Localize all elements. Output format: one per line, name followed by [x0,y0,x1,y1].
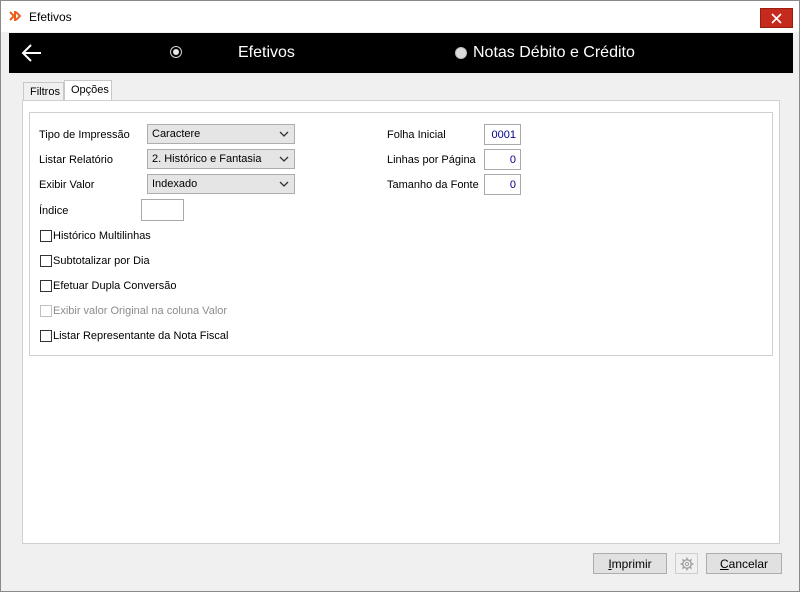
title-bar: Efetivos [1,1,799,32]
settings-button[interactable] [675,553,698,574]
cancel-button[interactable]: Cancelar [706,553,782,574]
checkbox-efetuar-dupla-conversao[interactable] [40,280,52,292]
close-icon [771,13,782,24]
checkbox-historico-multilinhas[interactable] [40,230,52,242]
label-tamanho-fonte: Tamanho da Fonte [387,179,479,191]
tab-content-opcoes: Tipo de Impressão Caractere Listar Relat… [22,100,780,544]
tab-filtros[interactable]: Filtros [23,82,64,100]
select-tipo-impressao[interactable]: Caractere [147,124,295,144]
checkbox-label-listar-representante[interactable]: Listar Representante da Nota Fiscal [53,330,228,342]
radio-notas-debito-credito[interactable] [455,47,467,59]
checkbox-label-exibir-valor-original: Exibir valor Original na coluna Valor [53,305,228,317]
label-folha-inicial: Folha Inicial [387,129,446,141]
options-group: Tipo de Impressão Caractere Listar Relat… [29,112,773,356]
select-listar-relatorio-value: 2. Histórico e Fantasia [152,153,262,165]
back-arrow-icon[interactable] [21,43,43,63]
gear-icon [680,557,694,571]
label-indice: Índice [39,205,69,217]
linhas-por-pagina-input[interactable]: 0 [484,149,521,170]
label-exibir-valor: Exibir Valor [39,179,95,191]
select-listar-relatorio[interactable]: 2. Histórico e Fantasia [147,149,295,169]
mode-label-notas-debito-credito[interactable]: Notas Débito e Crédito [473,44,635,62]
label-linhas-por-pagina: Linhas por Página [387,154,476,166]
window-title: Efetivos [29,10,72,24]
folha-inicial-input[interactable]: 0001 [484,124,521,145]
checkbox-listar-representante[interactable] [40,330,52,342]
tamanho-fonte-input[interactable]: 0 [484,174,521,195]
label-listar-relatorio: Listar Relatório [39,154,113,166]
checkbox-label-efetuar-dupla-conversao[interactable]: Efetuar Dupla Conversão [53,280,177,292]
chevron-down-icon [279,131,289,137]
main-window: Efetivos Efetivos Notas Débito e Crédito… [0,0,800,592]
indice-input[interactable] [141,199,184,221]
chevron-down-icon [279,181,289,187]
checkbox-label-subtotalizar-por-dia[interactable]: Subtotalizar por Dia [53,255,150,267]
mode-header-bar: Efetivos Notas Débito e Crédito [9,33,793,73]
label-tipo-impressao: Tipo de Impressão [39,129,130,141]
print-button[interactable]: Imprimir [593,553,667,574]
select-exibir-valor[interactable]: Indexado [147,174,295,194]
checkbox-label-historico-multilinhas[interactable]: Histórico Multilinhas [53,230,151,242]
app-logo-icon [9,10,21,22]
chevron-down-icon [279,156,289,162]
checkbox-subtotalizar-por-dia[interactable] [40,255,52,267]
checkbox-exibir-valor-original [40,305,52,317]
tab-opcoes[interactable]: Opções [64,80,112,101]
mode-label-efetivos[interactable]: Efetivos [238,44,295,62]
select-exibir-valor-value: Indexado [152,178,198,190]
select-tipo-impressao-value: Caractere [152,128,201,140]
radio-efetivos[interactable] [170,46,182,58]
window-close-button[interactable] [760,8,793,28]
